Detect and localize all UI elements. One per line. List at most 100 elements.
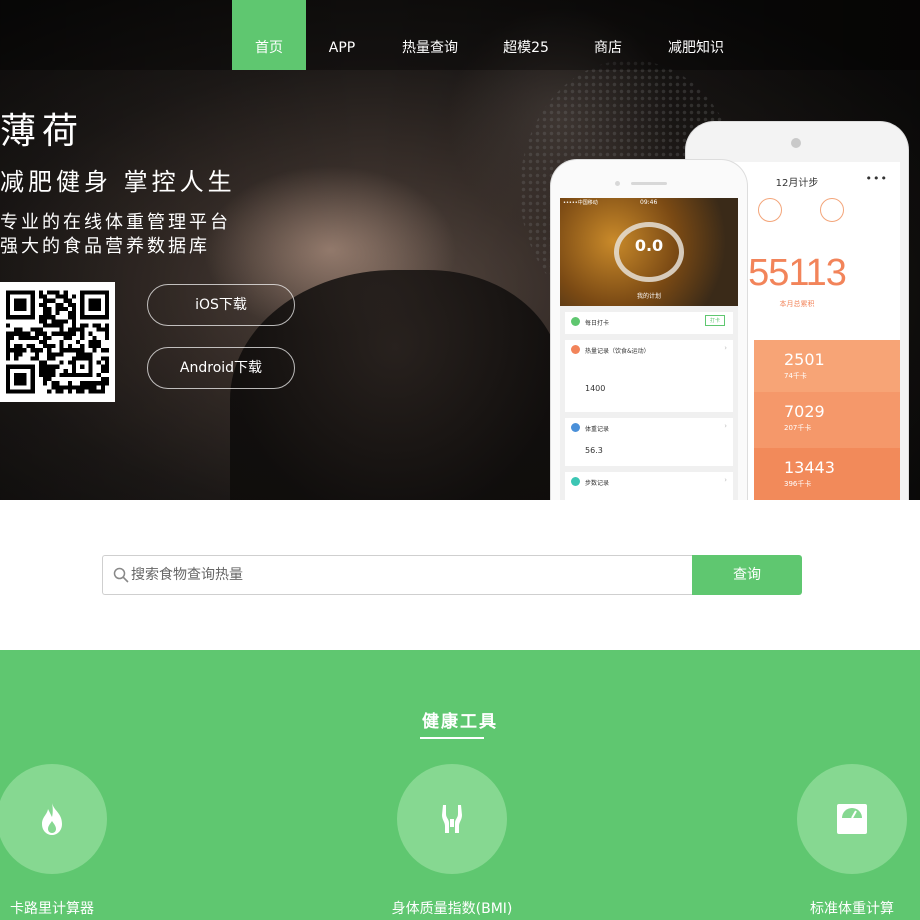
qr-module bbox=[22, 335, 27, 340]
qr-module bbox=[59, 348, 64, 353]
qr-module bbox=[43, 372, 48, 378]
standard-weight-label: 标准体重计算 bbox=[810, 901, 894, 917]
qr-module bbox=[47, 315, 52, 320]
qr-module bbox=[26, 335, 31, 340]
steps-bar-2-unit: 207千卡 bbox=[784, 424, 812, 432]
qr-module bbox=[92, 323, 97, 328]
card-calorie-record-title: 热量记录（饮食&运动） bbox=[585, 348, 650, 355]
qr-module bbox=[88, 385, 93, 390]
qr-module bbox=[38, 368, 44, 373]
qr-module bbox=[14, 344, 19, 349]
qr-module bbox=[51, 364, 56, 369]
qr-module bbox=[43, 364, 48, 369]
qr-module bbox=[55, 290, 60, 295]
qr-module bbox=[67, 315, 72, 320]
qr-module bbox=[18, 335, 23, 340]
qr-module bbox=[100, 348, 105, 353]
qr-module bbox=[38, 302, 44, 307]
calorie-calculator-button[interactable] bbox=[0, 764, 107, 874]
qr-module bbox=[104, 323, 109, 328]
qr-module bbox=[67, 298, 72, 303]
nav-item-app[interactable]: APP bbox=[314, 0, 370, 70]
qr-module bbox=[43, 306, 48, 312]
status-time: 09:46 bbox=[640, 199, 658, 206]
checkin-button: 打卡 bbox=[704, 315, 725, 326]
android-download-button[interactable]: Android下载 bbox=[147, 347, 295, 389]
card-daily-checkin: 每日打卡 打卡 bbox=[565, 312, 733, 334]
qr-module bbox=[47, 344, 52, 349]
qr-module bbox=[43, 377, 48, 382]
qr-module bbox=[51, 372, 56, 378]
qr-module bbox=[14, 331, 19, 336]
qr-module bbox=[43, 381, 48, 386]
qr-module bbox=[104, 360, 109, 365]
qr-module bbox=[67, 331, 72, 336]
qr-module bbox=[47, 323, 52, 328]
nav-item-diet-knowledge[interactable]: 减肥知识 bbox=[660, 0, 732, 70]
qr-module bbox=[88, 344, 93, 349]
nav-item-supermodel-25[interactable]: 超模25 bbox=[495, 0, 557, 70]
qr-module bbox=[67, 302, 72, 307]
qr-module bbox=[67, 344, 72, 349]
qr-module bbox=[100, 356, 105, 361]
qr-module bbox=[14, 348, 19, 353]
qr-module bbox=[71, 306, 77, 312]
qr-module bbox=[38, 348, 44, 353]
qr-module bbox=[43, 294, 48, 299]
scale-icon bbox=[837, 804, 867, 834]
qr-module bbox=[59, 302, 64, 307]
steps-bar-3-value: 13443 bbox=[784, 458, 835, 477]
qr-module bbox=[51, 319, 56, 324]
standard-weight-button[interactable] bbox=[797, 764, 907, 874]
qr-module bbox=[76, 327, 81, 332]
qr-module bbox=[71, 323, 77, 328]
ios-download-button[interactable]: iOS下载 bbox=[147, 284, 295, 326]
qr-module bbox=[104, 364, 109, 369]
qr-module bbox=[47, 311, 52, 316]
qr-module bbox=[59, 344, 64, 349]
carrier-status: •••••中国移动 bbox=[563, 200, 598, 206]
qr-module bbox=[59, 331, 64, 336]
qr-module bbox=[84, 385, 89, 390]
calorie-calculator-label: 卡路里计算器 bbox=[10, 901, 94, 917]
steps-bar-3: 13443 396千卡 bbox=[754, 448, 900, 500]
qr-module bbox=[47, 377, 52, 382]
qr-module bbox=[43, 344, 48, 349]
qr-module bbox=[6, 352, 11, 357]
qr-module bbox=[38, 372, 44, 378]
phone-camera bbox=[791, 138, 801, 148]
chevron-right-icon: › bbox=[724, 344, 727, 352]
qr-module bbox=[18, 352, 23, 357]
nav-item-shop[interactable]: 商店 bbox=[583, 0, 633, 70]
qr-module bbox=[67, 381, 72, 386]
food-search-input[interactable] bbox=[131, 556, 671, 594]
phone-camera bbox=[615, 181, 620, 186]
qr-module bbox=[59, 294, 64, 299]
qr-module bbox=[18, 348, 23, 353]
qr-module bbox=[80, 348, 85, 353]
qr-module bbox=[55, 323, 60, 328]
weight-value: 56.3 bbox=[585, 446, 603, 455]
qr-module bbox=[92, 339, 97, 345]
bmi-calculator-button[interactable] bbox=[397, 764, 507, 874]
qr-module bbox=[96, 323, 101, 328]
dashboard-header-photo: •••••中国移动 09:46 0.0 我的计划 bbox=[560, 198, 738, 306]
calorie-value: 1400 bbox=[585, 384, 606, 393]
nav-item-home[interactable]: 首页 bbox=[232, 0, 306, 70]
qr-module bbox=[67, 385, 72, 390]
qr-module bbox=[76, 389, 81, 394]
qr-module bbox=[96, 339, 101, 345]
qr-module bbox=[71, 311, 77, 316]
qr-module bbox=[51, 315, 56, 320]
qr-module bbox=[47, 348, 52, 353]
chevron-right-icon: › bbox=[724, 476, 727, 484]
qr-module bbox=[63, 348, 68, 353]
nav-item-calorie-query[interactable]: 热量查询 bbox=[392, 0, 468, 70]
search-button[interactable]: 查询 bbox=[692, 555, 802, 595]
qr-module bbox=[34, 335, 39, 340]
more-icon: ••• bbox=[865, 172, 888, 185]
hero-tagline-1: 专业的在线体重管理平台 bbox=[0, 212, 231, 233]
qr-module bbox=[59, 352, 64, 357]
qr-module bbox=[92, 344, 97, 349]
qr-module bbox=[67, 372, 72, 378]
